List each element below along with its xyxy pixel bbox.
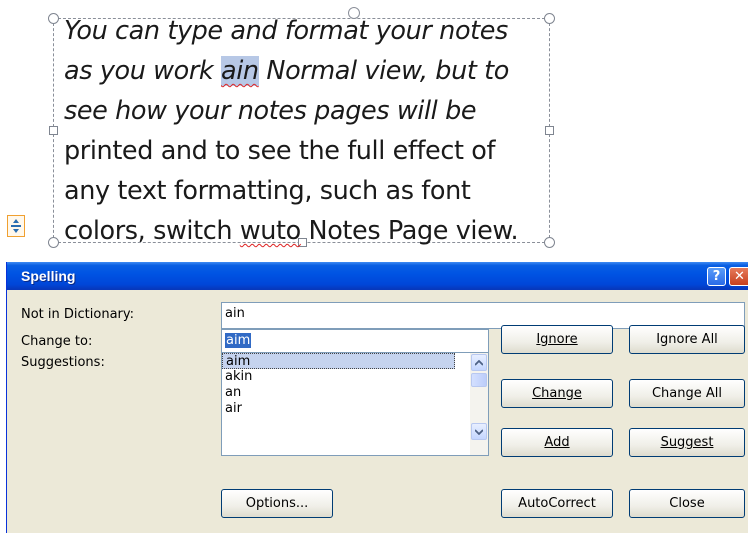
dialog-title: Spelling [21,268,76,284]
change-to-label: Change to: [21,334,93,349]
scroll-up-icon[interactable] [471,354,487,371]
notes-line: colors, switch wuto Notes Page view. [64,211,554,251]
button-label: Suggest [660,435,714,450]
resize-handle-bottom-left[interactable] [48,237,59,248]
notes-line: see how your notes pages will be [64,96,477,126]
add-button[interactable]: Add [501,428,613,457]
button-label: Change [532,386,582,401]
notes-text[interactable]: You can type and format your notes as yo… [64,11,554,251]
options-button[interactable]: Options... [221,489,333,518]
spelling-dialog: Spelling ? ✕ Not in Dictionary: ain Chan… [6,262,748,533]
notes-line: as you work ain Normal view, but to [64,51,554,91]
dialog-titlebar[interactable]: Spelling ? ✕ [7,262,748,290]
suggestions-label: Suggestions: [21,355,105,370]
suggestion-item[interactable]: an [222,385,488,401]
close-button[interactable]: Close [629,489,745,518]
change-all-button[interactable]: Change All [629,379,745,408]
change-to-input[interactable]: aim [221,329,489,353]
ignore-button[interactable]: Ignore [501,325,613,354]
suggest-button[interactable]: Suggest [629,428,745,457]
scroll-down-icon[interactable] [471,423,487,440]
suggestion-item[interactable]: air [222,401,488,417]
ignore-all-button[interactable]: Ignore All [629,325,745,354]
notes-text-run: colors, switch [64,216,240,246]
not-in-dictionary-label: Not in Dictionary: [21,307,134,322]
misspelled-word: wuto [239,216,301,246]
suggestion-item[interactable]: aim [222,353,455,369]
notes-text-run: Normal view, but to [258,56,509,86]
notes-text-run: as you work [64,56,221,86]
layout-options-icon[interactable] [7,215,25,237]
scroll-thumb[interactable] [471,373,487,387]
button-label: AutoCorrect [518,496,596,511]
suggestions-scrollbar[interactable] [470,353,488,455]
autocorrect-button[interactable]: AutoCorrect [501,489,613,518]
button-label: Close [669,496,705,511]
close-window-button[interactable]: ✕ [729,267,748,286]
resize-handle-left[interactable] [49,126,58,135]
notes-text-run: Notes Page view. [300,216,519,246]
notes-line: You can type and format your notes [64,16,508,46]
button-label: Ignore All [656,332,718,347]
selected-misspelled-word: ain [221,56,259,86]
button-label: Add [544,435,570,450]
change-button[interactable]: Change [501,379,613,408]
help-button[interactable]: ? [707,267,726,286]
resize-handle-top-left[interactable] [48,13,59,24]
notes-line: printed and to see the full effect of [64,136,496,166]
label-text: Not in Dictionary: [21,307,135,322]
button-label: Change All [651,386,723,401]
notes-textbox[interactable]: You can type and format your notes as yo… [48,7,555,248]
suggestions-list[interactable]: aim akin an air [221,352,489,456]
button-label: Ignore [536,332,578,347]
change-to-value: aim [225,333,252,348]
button-label: Options... [245,496,309,511]
suggestion-item[interactable]: akin [222,369,488,385]
notes-line: any text formatting, such as font [64,176,471,206]
